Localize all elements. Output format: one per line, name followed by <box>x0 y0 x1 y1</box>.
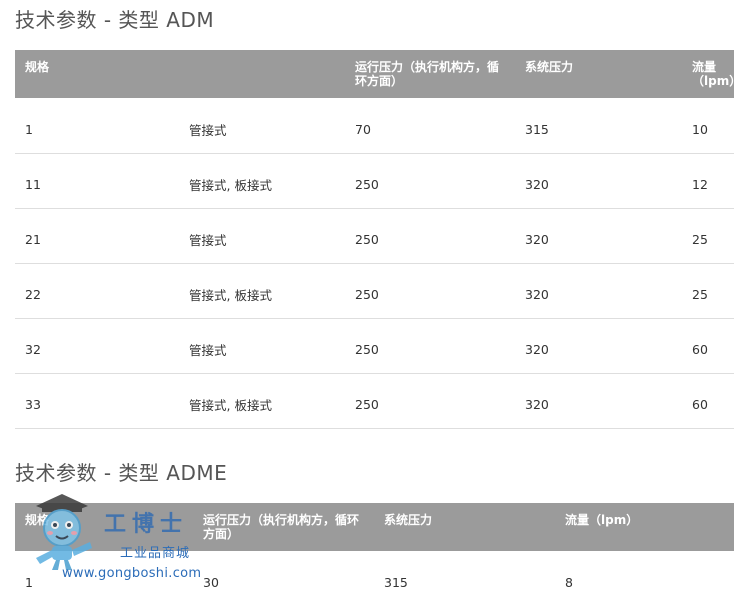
cell-connection: 管接式 <box>179 318 345 374</box>
cell-spec: 33 <box>15 373 179 429</box>
header-flow: 流量（lpm） <box>682 50 734 98</box>
cell-system-pressure: 320 <box>515 318 682 374</box>
cell-flow: 60 <box>682 373 734 429</box>
cell-operating-pressure: 30 <box>203 575 219 590</box>
cell-operating-pressure: 250 <box>345 263 515 319</box>
table-header-row: 规格 运行压力（执行机构方，循环方面） 系统压力 流量（lpm） <box>15 503 734 551</box>
cell-flow: 12 <box>682 153 734 209</box>
cell-system-pressure: 320 <box>515 263 682 319</box>
header-system-pressure: 系统压力 <box>374 503 555 551</box>
cell-operating-pressure: 250 <box>345 318 515 374</box>
cell-operating-pressure: 250 <box>345 153 515 209</box>
cell-operating-pressure: 250 <box>345 208 515 264</box>
cell-operating-pressure: 250 <box>345 373 515 429</box>
table-header-row: 规格 运行压力（执行机构方，循环方面） 系统压力 流量（lpm） <box>15 50 734 98</box>
cell-system-pressure: 320 <box>515 153 682 209</box>
cell-system-pressure: 315 <box>384 575 408 590</box>
cell-spec: 11 <box>15 153 179 209</box>
cell-system-pressure: 320 <box>515 208 682 264</box>
cell-system-pressure: 315 <box>515 98 682 154</box>
cell-operating-pressure: 70 <box>345 98 515 154</box>
header-operating-pressure: 运行压力（执行机构方，循环方面） <box>345 50 515 98</box>
cell-flow: 10 <box>682 98 734 154</box>
cell-system-pressure: 320 <box>515 373 682 429</box>
section-title-adme: 技术参数 - 类型 ADME <box>15 461 228 485</box>
cell-connection: 管接式, 板接式 <box>179 153 345 209</box>
cell-connection: 管接式, 板接式 <box>179 263 345 319</box>
page: 技术参数 - 类型 ADM 规格 运行压力（执行机构方，循环方面） 系统压力 流… <box>0 0 734 601</box>
table-row: 22 管接式, 板接式 250 320 25 <box>15 263 734 319</box>
header-connection <box>179 50 345 98</box>
table-row: 21 管接式 250 320 25 <box>15 208 734 264</box>
table-row: 11 管接式, 板接式 250 320 12 <box>15 153 734 209</box>
header-system-pressure: 系统压力 <box>515 50 682 98</box>
section-title-adm: 技术参数 - 类型 ADM <box>15 8 215 32</box>
cell-flow: 8 <box>565 575 573 590</box>
cell-spec: 1 <box>15 98 179 154</box>
cell-spec: 32 <box>15 318 179 374</box>
spec-table-adm: 规格 运行压力（执行机构方，循环方面） 系统压力 流量（lpm） 1 管接式 7… <box>15 50 734 429</box>
cell-spec: 22 <box>15 263 179 319</box>
table-row: 1 30 315 8 <box>15 551 734 601</box>
cell-connection: 管接式 <box>179 98 345 154</box>
table-row: 32 管接式 250 320 60 <box>15 318 734 374</box>
spec-table-adme: 规格 运行压力（执行机构方，循环方面） 系统压力 流量（lpm） 1 30 31… <box>15 503 734 601</box>
cell-connection: 管接式 <box>179 208 345 264</box>
cell-spec: 1 <box>25 575 33 590</box>
cell-flow: 25 <box>682 208 734 264</box>
header-operating-pressure: 运行压力（执行机构方，循环方面） <box>193 503 374 551</box>
table-row: 33 管接式, 板接式 250 320 60 <box>15 373 734 429</box>
cell-flow: 25 <box>682 263 734 319</box>
cell-spec: 21 <box>15 208 179 264</box>
header-spec: 规格 <box>15 50 179 98</box>
header-flow: 流量（lpm） <box>555 503 734 551</box>
cell-connection: 管接式, 板接式 <box>179 373 345 429</box>
table-row: 1 管接式 70 315 10 <box>15 98 734 154</box>
header-spec: 规格 <box>15 503 193 551</box>
cell-flow: 60 <box>682 318 734 374</box>
